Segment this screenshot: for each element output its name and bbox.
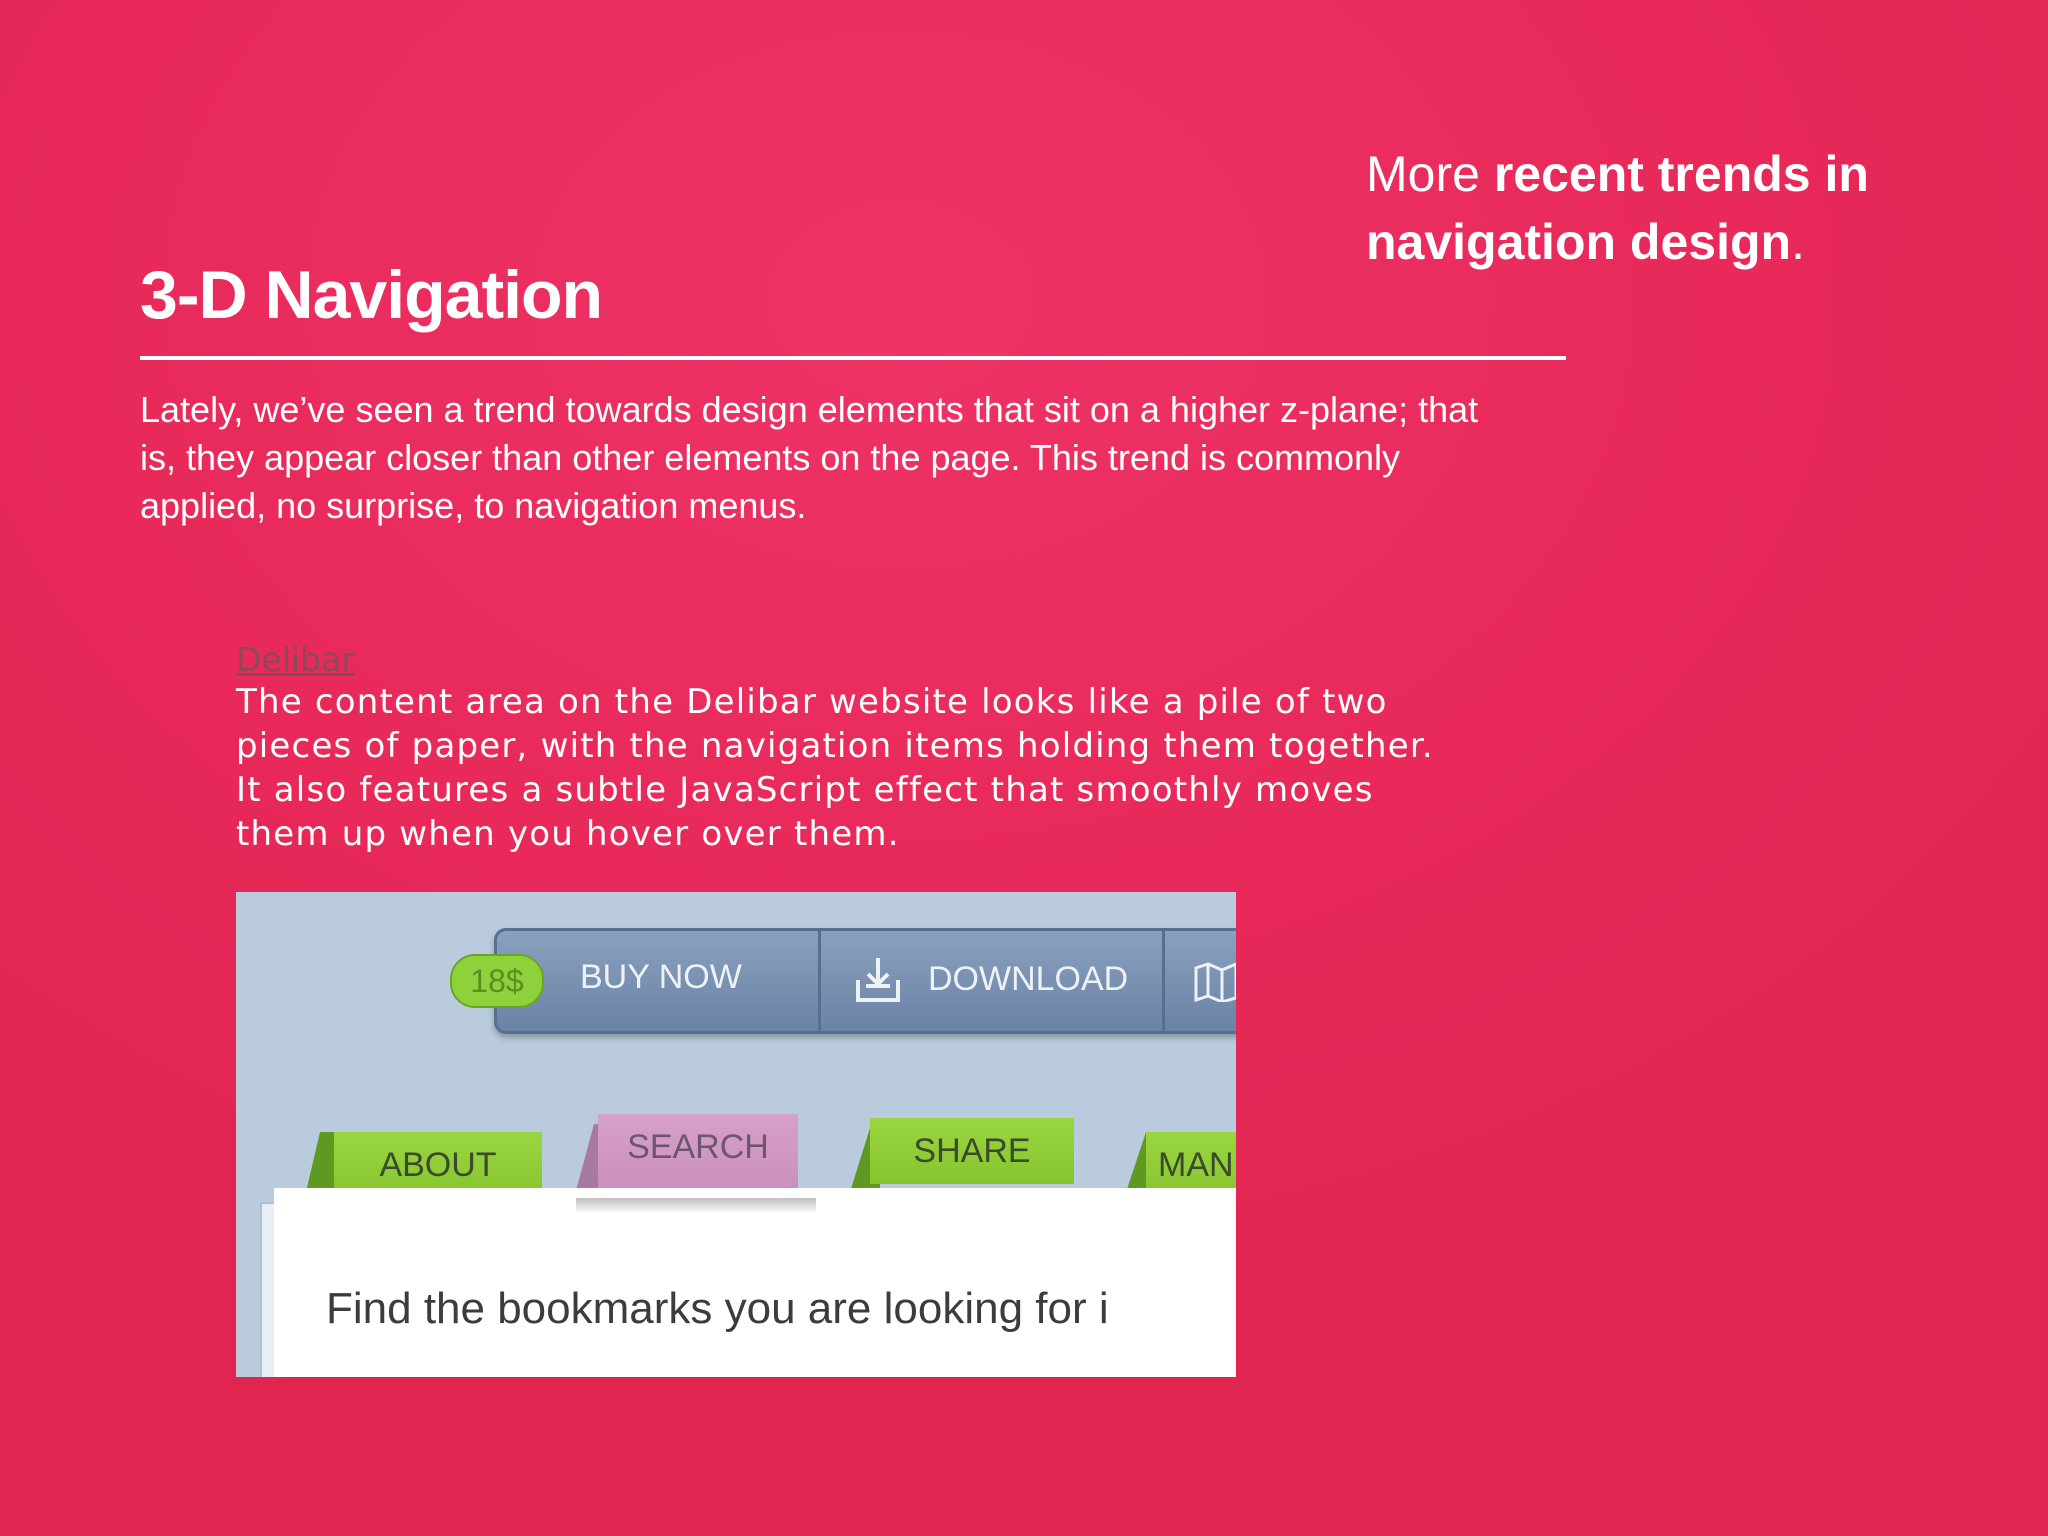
tab-share: SHARE bbox=[870, 1118, 1074, 1184]
delibar-screenshot: 18$ BUY NOW DOWNLOAD ABOUT SEARCH SHARE … bbox=[236, 892, 1236, 1377]
tagline-suffix: . bbox=[1791, 214, 1805, 270]
tagline: More recent trends in navigation design. bbox=[1366, 140, 1986, 276]
title-divider bbox=[140, 356, 1566, 360]
delibar-link[interactable]: Delibar bbox=[236, 640, 355, 679]
slide-title: 3-D Navigation bbox=[140, 257, 603, 333]
content-text: Find the bookmarks you are looking for i bbox=[326, 1284, 1109, 1333]
paper-sheet bbox=[274, 1188, 1236, 1377]
intro-paragraph: Lately, we’ve seen a trend towards desig… bbox=[140, 389, 1479, 526]
tagline-prefix: More bbox=[1366, 146, 1494, 202]
tab-shadow bbox=[576, 1198, 816, 1214]
delibar-description: The content area on the Delibar website … bbox=[236, 682, 1434, 854]
